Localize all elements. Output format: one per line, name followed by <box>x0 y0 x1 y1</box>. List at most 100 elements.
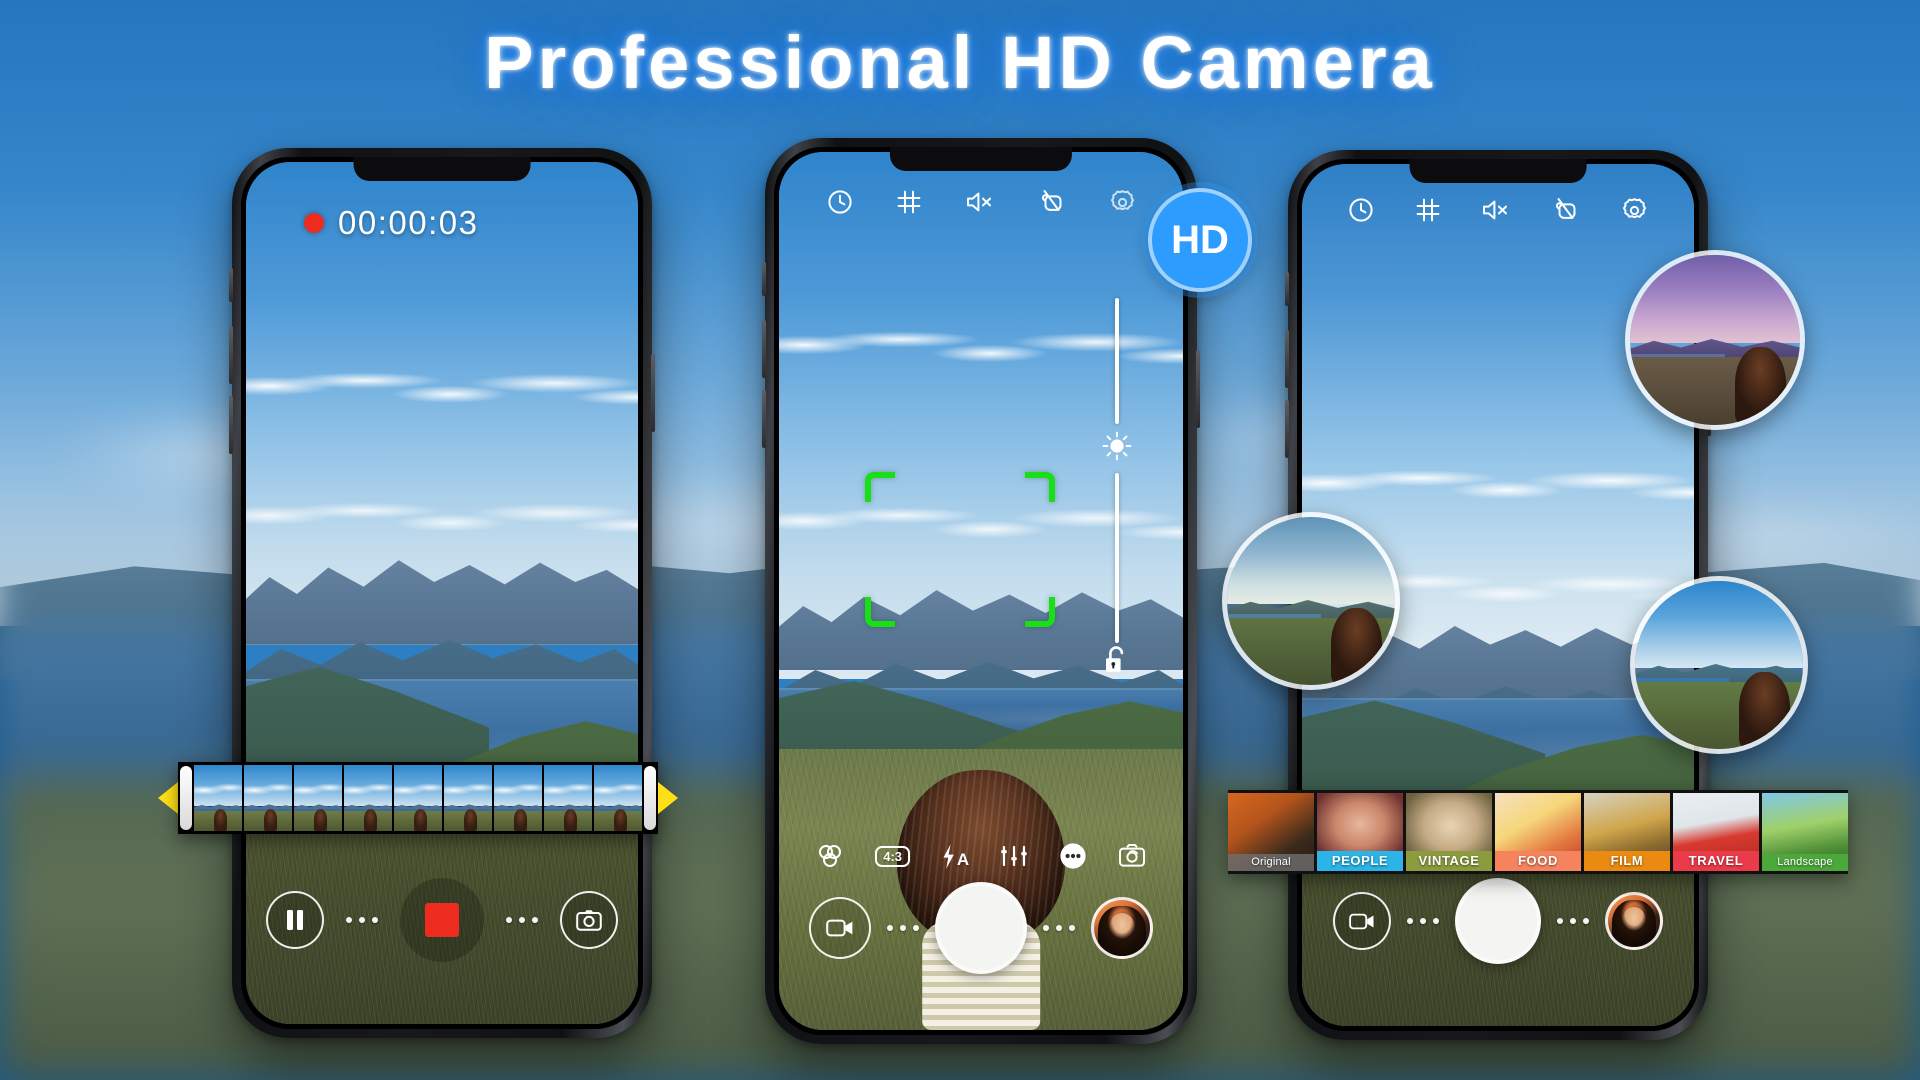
focus-corner-tr <box>1025 472 1055 502</box>
phone-1-screen: 00:00:03 <box>246 162 638 1024</box>
phone-3-volume-down[interactable] <box>1285 400 1289 458</box>
phone-2-screen: 4:3 A <box>779 152 1183 1030</box>
timeline-frame[interactable] <box>344 765 392 831</box>
video-mode-button[interactable] <box>809 897 871 959</box>
exposure-track-lower[interactable] <box>1115 473 1119 643</box>
exposure-track-upper[interactable] <box>1115 298 1119 424</box>
phone-1-notch <box>353 157 531 181</box>
settings-gear-icon[interactable] <box>1109 189 1136 216</box>
touch-shutter-icon[interactable] <box>1552 196 1580 224</box>
phone-3-volume-up[interactable] <box>1285 330 1289 388</box>
grid-icon[interactable] <box>1415 197 1441 223</box>
video-camera-icon <box>1349 913 1374 929</box>
phone-2-shutter-bar <box>779 882 1183 974</box>
timeline-frame[interactable] <box>444 765 492 831</box>
focus-brackets[interactable] <box>865 472 1055 627</box>
filter-label: Landscape <box>1762 854 1848 871</box>
filter-item-people[interactable]: PEOPLE <box>1317 793 1403 871</box>
phone-2-volume-up[interactable] <box>762 320 766 378</box>
trim-handle-left[interactable] <box>180 766 192 830</box>
shutter-right-dots <box>1557 918 1589 924</box>
scene-clouds-2 <box>246 455 638 576</box>
phone-3-notch <box>1409 159 1587 183</box>
bubble-subject <box>1331 607 1382 685</box>
sun-icon[interactable] <box>1101 430 1133 467</box>
filter-label: PEOPLE <box>1317 851 1403 871</box>
filter-item-food[interactable]: FOOD <box>1495 793 1581 871</box>
filter-strip[interactable]: Original PEOPLE VINTAGE FOOD FILM TRAVEL… <box>1228 790 1848 874</box>
page-title: Professional HD Camera <box>484 21 1436 104</box>
gallery-thumbnail[interactable] <box>1605 892 1663 950</box>
phone-1-power[interactable] <box>651 354 655 432</box>
trim-handle-right[interactable] <box>644 766 656 830</box>
filter-label: FILM <box>1584 851 1670 871</box>
timeline-frame[interactable] <box>244 765 292 831</box>
timer-icon[interactable] <box>827 189 853 215</box>
gallery-thumbnail[interactable] <box>1091 897 1153 959</box>
timeline-filmstrip[interactable] <box>178 762 658 834</box>
scene-clouds <box>246 317 638 456</box>
timeline-frame[interactable] <box>194 765 242 831</box>
filter-item-film[interactable]: FILM <box>1584 793 1670 871</box>
grid-icon[interactable] <box>896 189 922 215</box>
filter-preview-purple[interactable] <box>1625 250 1805 430</box>
stop-record-button[interactable] <box>400 878 484 962</box>
hd-badge[interactable]: HD <box>1148 188 1252 292</box>
video-mode-button[interactable] <box>1333 892 1391 950</box>
timeline-frame[interactable] <box>544 765 592 831</box>
camera-icon <box>576 910 602 931</box>
shutter-button[interactable] <box>1455 878 1541 964</box>
capture-photo-button[interactable] <box>560 891 618 949</box>
video-camera-icon <box>826 919 853 937</box>
left-dots <box>346 917 378 923</box>
shutter-right-dots <box>1043 925 1075 931</box>
filter-item-original[interactable]: Original <box>1228 793 1314 871</box>
phone-1-mute-switch[interactable] <box>229 268 233 302</box>
phone-1-volume-up[interactable] <box>229 326 233 384</box>
record-dot-icon <box>304 213 324 233</box>
adjust-sliders-icon[interactable] <box>1000 843 1028 869</box>
unlock-icon[interactable] <box>1101 644 1131 681</box>
phone-2-frame: 4:3 A <box>765 138 1197 1044</box>
shutter-button[interactable] <box>935 882 1027 974</box>
touch-shutter-icon[interactable] <box>1038 188 1066 216</box>
phone-camera-viewfinder: 4:3 A <box>762 138 1200 1044</box>
bubble-scene <box>1227 517 1395 685</box>
switch-camera-icon[interactable] <box>1118 843 1146 869</box>
filter-preview-warm[interactable] <box>1222 512 1400 690</box>
timeline-frame[interactable] <box>494 765 542 831</box>
timeline-prev-arrow[interactable] <box>158 782 178 814</box>
bubble-scene <box>1635 581 1803 749</box>
phone-2-volume-down[interactable] <box>762 390 766 448</box>
timeline-frame[interactable] <box>594 765 642 831</box>
pause-button[interactable] <box>266 891 324 949</box>
filters-icon[interactable] <box>816 843 844 869</box>
video-timeline[interactable] <box>158 762 678 834</box>
flash-auto-label: A <box>956 849 970 869</box>
timeline-frame[interactable] <box>294 765 342 831</box>
timeline-next-arrow[interactable] <box>658 782 678 814</box>
exposure-slider[interactable] <box>1101 298 1133 643</box>
bubble-subject <box>1739 671 1790 749</box>
mute-icon[interactable] <box>1481 197 1511 223</box>
phone-1-volume-down[interactable] <box>229 396 233 454</box>
mute-icon[interactable] <box>965 189 995 215</box>
filter-item-travel[interactable]: TRAVEL <box>1673 793 1759 871</box>
phone-2-power[interactable] <box>1196 350 1200 428</box>
timeline-frame[interactable] <box>394 765 442 831</box>
more-options-icon[interactable] <box>1059 842 1087 870</box>
focus-corner-br <box>1025 597 1055 627</box>
filter-item-landscape[interactable]: Landscape <box>1762 793 1848 871</box>
phone-1-bezel: 00:00:03 <box>241 157 643 1029</box>
filter-item-vintage[interactable]: VINTAGE <box>1406 793 1492 871</box>
timer-icon[interactable] <box>1348 197 1374 223</box>
settings-gear-icon[interactable] <box>1621 197 1648 224</box>
filter-preview-cool[interactable] <box>1630 576 1808 754</box>
aspect-ratio-button[interactable]: 4:3 <box>875 845 911 867</box>
flash-auto-icon[interactable]: A <box>941 843 969 870</box>
phone-1-controls <box>246 878 638 962</box>
recording-indicator: 00:00:03 <box>304 204 478 242</box>
phone-2-mute-switch[interactable] <box>762 262 766 296</box>
focus-corner-bl <box>865 597 895 627</box>
phone-3-mute-switch[interactable] <box>1285 272 1289 306</box>
